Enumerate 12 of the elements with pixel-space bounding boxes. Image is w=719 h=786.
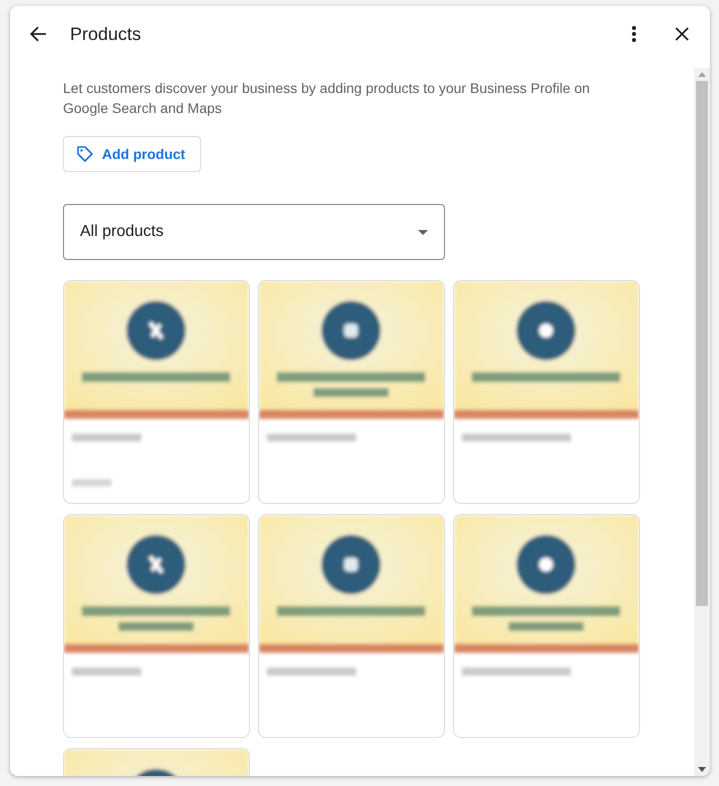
back-arrow-icon [29,25,47,43]
add-product-button[interactable]: Add product [63,136,202,172]
dialog-title: Products [70,24,142,44]
tag-icon [76,145,94,163]
close-icon [675,27,689,41]
scroll-down-icon [698,767,706,772]
scroll-up-icon [698,72,706,77]
scrollbar[interactable] [694,68,710,776]
more-icon [632,26,636,42]
intro-text: Let customers discover your business by adding products to your Business Profile on Google Search and Maps [63,79,591,118]
product-filter-dropdown[interactable]: All products [63,204,445,260]
dropdown-caret-icon [418,230,428,234]
